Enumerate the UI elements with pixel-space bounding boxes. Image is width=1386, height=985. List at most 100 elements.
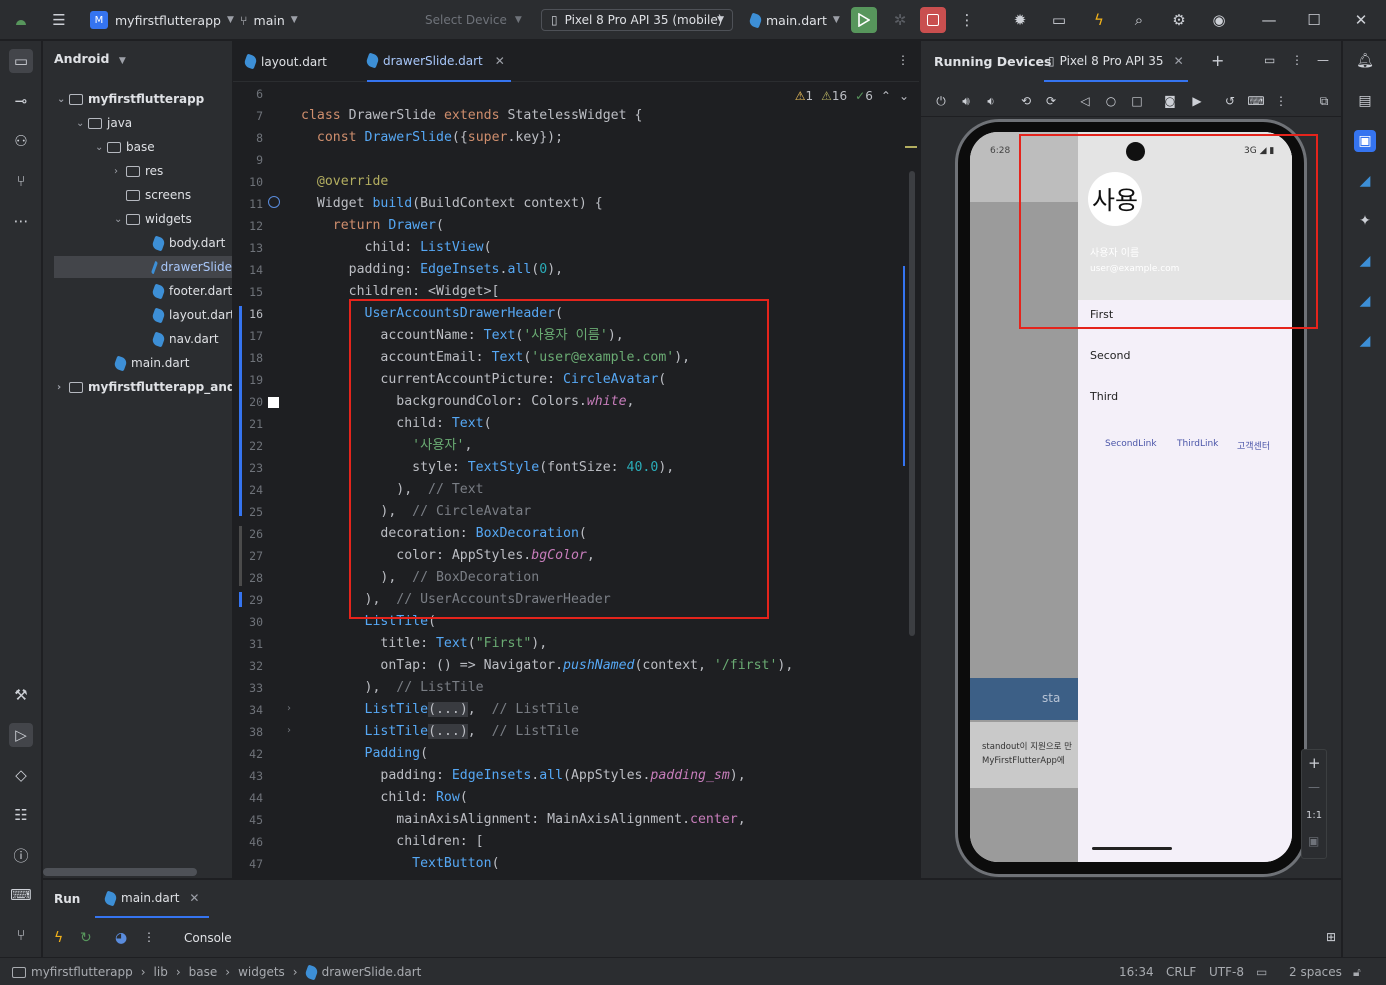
fit-screen-icon[interactable]: ▣ xyxy=(1308,834,1319,848)
project-view-selector[interactable]: Android ▼ xyxy=(54,51,126,66)
link-customer-center[interactable]: 고객센터 xyxy=(1237,439,1270,452)
breadcrumb[interactable]: myfirstflutterapp › lib › base › widgets… xyxy=(12,958,421,985)
run-button[interactable] xyxy=(851,7,877,33)
mirror-icon[interactable]: ⧉ xyxy=(1315,92,1333,110)
logcat-icon[interactable]: ☷ xyxy=(9,803,33,827)
gesture-bar[interactable] xyxy=(1092,847,1172,850)
flutter-outline-icon[interactable]: ◢ xyxy=(1354,290,1376,312)
tree-item-java[interactable]: ⌄ java xyxy=(76,112,132,134)
device-dropdown[interactable]: ▯ Pixel 8 Pro API 35 (mobile) ▼ xyxy=(541,9,733,31)
vertical-scrollbar[interactable] xyxy=(909,171,915,636)
run-panel-icon[interactable]: ▷ xyxy=(9,723,33,747)
git-icon[interactable]: ⑂ xyxy=(9,923,33,947)
file-encoding[interactable]: UTF-8 xyxy=(1209,958,1244,985)
stop-button[interactable] xyxy=(920,7,946,33)
layout-icon[interactable]: ▭ xyxy=(1264,53,1275,67)
readonly-icon[interactable]: ▭ xyxy=(1256,958,1267,985)
lock-icon[interactable]: 🔓︎ xyxy=(1353,958,1361,985)
maximize-icon[interactable]: ☐ xyxy=(1303,9,1325,31)
tab-drawerslide[interactable]: drawerSlide.dart ✕ xyxy=(365,41,511,82)
debug-icon[interactable]: ✲ xyxy=(889,9,911,31)
chevron-right-icon[interactable]: › xyxy=(287,725,291,736)
branch-selector[interactable]: ⑂ main ▼ xyxy=(240,0,298,40)
rotate-left-icon[interactable]: ⟲ xyxy=(1017,92,1035,110)
link-third[interactable]: ThirdLink xyxy=(1177,439,1218,449)
tree-item-drawerslide[interactable]: drawerSlide xyxy=(54,256,232,278)
account-icon[interactable]: ◉ xyxy=(1208,9,1230,31)
devtools-icon[interactable]: ◕ xyxy=(115,930,127,946)
more-vertical-icon[interactable]: ⋮ xyxy=(956,9,978,31)
hot-reload-icon[interactable]: ϟ xyxy=(54,930,63,946)
tree-item-main[interactable]: main.dart xyxy=(113,352,189,374)
drawer-item-second[interactable]: Second xyxy=(1090,349,1130,362)
back-icon[interactable]: ◁ xyxy=(1076,92,1094,110)
project-folder-icon[interactable]: ▭ xyxy=(9,49,33,73)
zoom-actual-size[interactable]: 1:1 xyxy=(1306,810,1322,821)
breadcrumb-item[interactable]: lib xyxy=(154,965,168,979)
breadcrumb-item[interactable]: drawerSlide.dart xyxy=(322,965,422,979)
link-second[interactable]: SecondLink xyxy=(1105,439,1157,449)
search-icon[interactable]: ⌕ xyxy=(1128,9,1150,31)
terminal-icon[interactable]: ⌨ xyxy=(9,883,33,907)
snapshot-icon[interactable]: ↺ xyxy=(1221,92,1239,110)
screenshot-icon[interactable]: ◙ xyxy=(1161,92,1179,110)
pull-request-icon[interactable]: ⑂ xyxy=(9,169,33,193)
structure-icon[interactable]: ⚇ xyxy=(9,129,33,153)
running-devices-icon[interactable]: ▣ xyxy=(1354,130,1376,152)
tree-item-res[interactable]: › res xyxy=(114,160,163,182)
color-swatch[interactable] xyxy=(268,397,279,408)
close-tab-icon[interactable]: ✕ xyxy=(1174,54,1184,68)
tree-item-footer[interactable]: footer.dart xyxy=(151,280,232,302)
minimize-panel-icon[interactable]: — xyxy=(1317,53,1329,67)
keyboard-icon[interactable]: ⌨ xyxy=(1247,92,1265,110)
commit-icon[interactable]: ⊸ xyxy=(9,89,33,113)
more-vertical-icon[interactable]: ⋮ xyxy=(1291,53,1303,67)
hot-restart-icon[interactable]: ↻ xyxy=(80,930,92,946)
overview-icon[interactable]: □ xyxy=(1128,92,1146,110)
close-tab-icon[interactable]: ✕ xyxy=(189,891,199,905)
breadcrumb-item[interactable]: myfirstflutterapp xyxy=(31,965,133,979)
chevron-right-icon[interactable]: › xyxy=(287,703,291,714)
drawer-item-third[interactable]: Third xyxy=(1090,390,1118,403)
tree-item-body[interactable]: body.dart xyxy=(151,232,225,254)
record-icon[interactable]: ▶ xyxy=(1188,92,1206,110)
tree-item-layout[interactable]: layout.dart xyxy=(151,304,232,326)
zoom-in-icon[interactable]: + xyxy=(1308,754,1321,772)
hot-reload-icon[interactable]: ϟ xyxy=(1088,9,1110,31)
more-vertical-icon[interactable]: ⋮ xyxy=(143,930,155,944)
console-tab[interactable]: Console xyxy=(184,931,232,945)
add-device-icon[interactable]: + xyxy=(1211,51,1224,70)
home-icon[interactable]: ○ xyxy=(1102,92,1120,110)
main-menu-icon[interactable]: ☰ xyxy=(48,9,70,31)
run-config-selector[interactable]: main.dart ▼ xyxy=(748,0,840,40)
volume-up-icon[interactable]: 🔊︎ xyxy=(957,92,975,110)
more-vertical-icon[interactable]: ⋮ xyxy=(897,53,909,67)
flutter-performance-icon[interactable]: ◢ xyxy=(1354,250,1376,272)
tree-item-root[interactable]: ⌄ myfirstflutterapp xyxy=(57,88,204,110)
more-horizontal-icon[interactable]: ⋯ xyxy=(9,209,33,233)
settings-icon[interactable]: ⚙ xyxy=(1168,9,1190,31)
minimize-icon[interactable]: — xyxy=(1258,9,1280,31)
tree-item-screens[interactable]: screens xyxy=(126,184,191,206)
device-manager-icon[interactable]: ▭ xyxy=(1048,9,1070,31)
notifications-icon[interactable]: 🔔︎ xyxy=(1354,50,1376,72)
gem-icon[interactable]: ◇ xyxy=(9,763,33,787)
rotate-right-icon[interactable]: ⟳ xyxy=(1042,92,1060,110)
flutter-devtools-icon[interactable]: ◢ xyxy=(1354,330,1376,352)
layout-icon[interactable]: ⊞ xyxy=(1326,930,1336,944)
power-icon[interactable]: ⏻ xyxy=(932,92,950,110)
close-tab-icon[interactable]: ✕ xyxy=(495,54,505,68)
tree-item-widgets[interactable]: ⌄ widgets xyxy=(114,208,192,230)
breadcrumb-item[interactable]: base xyxy=(189,965,218,979)
tree-item-nav[interactable]: nav.dart xyxy=(151,328,219,350)
tab-run-main[interactable]: main.dart ✕ xyxy=(95,880,210,918)
gemini-icon[interactable]: ✦ xyxy=(1354,210,1376,232)
build-icon[interactable]: ⚒ xyxy=(9,683,33,707)
tree-item-android-module[interactable]: › myfirstflutterapp_andro xyxy=(57,376,232,398)
tab-device[interactable]: ▯ Pixel 8 Pro API 35 ✕ xyxy=(1044,41,1188,82)
close-icon[interactable]: ✕ xyxy=(1350,9,1372,31)
indent-setting[interactable]: 2 spaces xyxy=(1289,958,1342,985)
breadcrumb-item[interactable]: widgets xyxy=(238,965,285,979)
problems-icon[interactable]: ⓘ xyxy=(9,843,33,867)
device-file-icon[interactable]: ▤ xyxy=(1354,90,1376,112)
